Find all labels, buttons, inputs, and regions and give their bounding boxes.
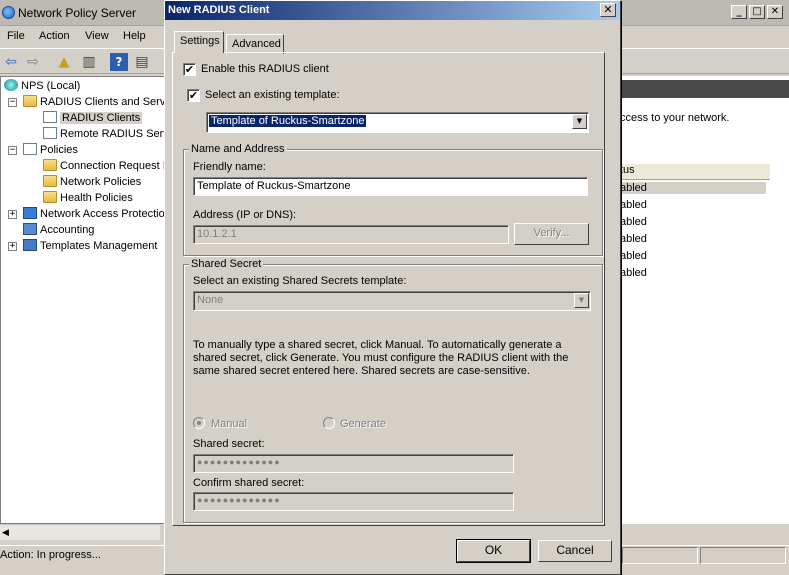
new-radius-client-dialog: New RADIUS Client ✕ Settings Advanced ✔ …	[164, 0, 621, 575]
folder-icon	[43, 191, 57, 203]
server-icon	[4, 79, 18, 91]
menu-file[interactable]: File	[7, 30, 25, 42]
help-icon[interactable]: ?	[110, 53, 128, 71]
status-panel	[700, 547, 786, 564]
menu-help[interactable]: Help	[123, 30, 146, 42]
shared-secret-title: Shared Secret	[189, 258, 264, 270]
main-window-title: Network Policy Server	[18, 6, 137, 20]
status-panel	[622, 547, 698, 564]
up-folder-icon[interactable]: ▲	[55, 53, 73, 71]
friendly-name-input[interactable]: Template of Ruckus-Smartzone	[193, 177, 588, 196]
back-arrow-icon[interactable]: ⇦	[2, 53, 20, 71]
table-row[interactable]: abled	[620, 199, 647, 211]
details-pane: ccess to your network. tus abled abled a…	[620, 76, 789, 524]
ok-button[interactable]: OK	[456, 539, 531, 563]
tree-item-radius-clients-servers[interactable]: RADIUS Clients and Serve	[23, 95, 169, 111]
menu-view[interactable]: View	[85, 30, 109, 42]
cancel-button[interactable]: Cancel	[538, 540, 612, 562]
collapse-policies-icon[interactable]: −	[8, 146, 17, 155]
tree-item-accounting[interactable]: Accounting	[23, 223, 94, 239]
policies-icon	[23, 143, 37, 155]
maximize-button[interactable]: □	[749, 5, 765, 19]
tree-horizontal-scrollbar[interactable]: ◀	[0, 524, 160, 540]
status-text: Action: In progress...	[0, 549, 101, 561]
dialog-close-button[interactable]: ✕	[600, 3, 616, 17]
secret-template-label: Select an existing Shared Secrets templa…	[193, 275, 407, 287]
expand-templates-icon[interactable]: +	[8, 242, 17, 251]
generate-label: Generate	[340, 418, 386, 430]
menu-action[interactable]: Action	[39, 30, 70, 42]
tab-settings[interactable]: Settings	[174, 31, 224, 53]
remote-servers-icon	[43, 127, 57, 139]
tree-item-remote-radius-servers[interactable]: Remote RADIUS Serv	[43, 127, 169, 143]
details-header-bar	[620, 80, 789, 98]
shared-secret-help-text: To manually type a shared secret, click …	[193, 339, 569, 377]
properties-icon[interactable]: ▤	[133, 53, 151, 71]
tree-item-nps-local[interactable]: NPS (Local)	[4, 79, 80, 95]
table-row[interactable]: abled	[620, 216, 647, 228]
chevron-down-icon[interactable]: ▼	[574, 293, 589, 308]
settings-tab-page: ✔ Enable this RADIUS client ✔ Select an …	[172, 52, 605, 526]
dialog-title-bar: New RADIUS Client ✕	[165, 1, 620, 20]
tab-advanced[interactable]: Advanced	[226, 34, 284, 54]
name-address-title: Name and Address	[189, 143, 287, 155]
clients-icon	[43, 111, 57, 123]
folder-icon	[23, 95, 37, 107]
tree-item-radius-clients[interactable]: RADIUS Clients	[43, 111, 143, 127]
shared-secret-input[interactable]: ●●●●●●●●●●●●●	[193, 454, 514, 473]
tree-item-templates-management[interactable]: Templates Management	[23, 239, 157, 255]
template-select[interactable]: Template of Ruckus-Smartzone ▼	[206, 112, 589, 133]
details-description: ccess to your network.	[620, 112, 730, 124]
tree-item-network-policies[interactable]: Network Policies	[43, 175, 141, 191]
secret-template-select[interactable]: None ▼	[193, 291, 591, 311]
nap-icon	[23, 207, 37, 219]
folder-icon	[43, 175, 57, 187]
console-tree: NPS (Local) − RADIUS Clients and Serve R…	[0, 76, 170, 524]
address-input[interactable]: 10.1.2.1	[193, 225, 509, 244]
tree-item-health-policies[interactable]: Health Policies	[43, 191, 133, 207]
tree-item-policies[interactable]: Policies	[23, 143, 78, 159]
friendly-name-label: Friendly name:	[193, 161, 266, 173]
use-template-checkbox[interactable]: ✔	[187, 89, 200, 102]
tree-item-connection-request[interactable]: Connection Request I	[43, 159, 166, 175]
scroll-left-icon[interactable]: ◀	[2, 527, 9, 538]
window-controls: _ □ ✕	[731, 5, 783, 19]
verify-button[interactable]: Verify...	[514, 223, 589, 245]
radio-selected-dot	[197, 421, 201, 425]
shared-secret-label: Shared secret:	[193, 438, 265, 450]
manual-radio[interactable]	[193, 417, 205, 429]
generate-radio[interactable]	[323, 417, 335, 429]
forward-arrow-icon[interactable]: ⇨	[24, 53, 42, 71]
collapse-radius-clients-icon[interactable]: −	[8, 98, 17, 107]
dialog-title: New RADIUS Client	[168, 4, 270, 16]
templates-icon	[23, 239, 37, 251]
table-row[interactable]: abled	[620, 233, 647, 245]
confirm-secret-label: Confirm shared secret:	[193, 477, 305, 489]
show-hide-tree-icon[interactable]: ▥	[80, 53, 98, 71]
use-template-label: Select an existing template:	[205, 89, 340, 101]
table-row[interactable]: abled	[620, 182, 766, 194]
chevron-down-icon[interactable]: ▼	[572, 114, 587, 129]
nps-app-icon	[2, 6, 15, 19]
table-row[interactable]: abled	[620, 267, 647, 279]
manual-label: Manual	[211, 418, 248, 430]
table-row[interactable]: abled	[620, 250, 647, 262]
accounting-icon	[23, 223, 37, 235]
confirm-secret-input[interactable]: ●●●●●●●●●●●●●	[193, 492, 514, 511]
secret-template-value: None	[197, 294, 224, 306]
address-label: Address (IP or DNS):	[193, 209, 297, 221]
enable-client-label: Enable this RADIUS client	[201, 63, 329, 75]
enable-client-checkbox[interactable]: ✔	[183, 63, 196, 76]
folder-icon	[43, 159, 57, 171]
template-select-value: Template of Ruckus-Smartzone	[207, 114, 368, 128]
minimize-button[interactable]: _	[731, 5, 747, 19]
tree-item-network-access-protection[interactable]: Network Access Protectio	[23, 207, 165, 223]
expand-nap-icon[interactable]: +	[8, 210, 17, 219]
status-column-header[interactable]: tus	[620, 164, 770, 180]
close-window-button[interactable]: ✕	[767, 5, 783, 19]
